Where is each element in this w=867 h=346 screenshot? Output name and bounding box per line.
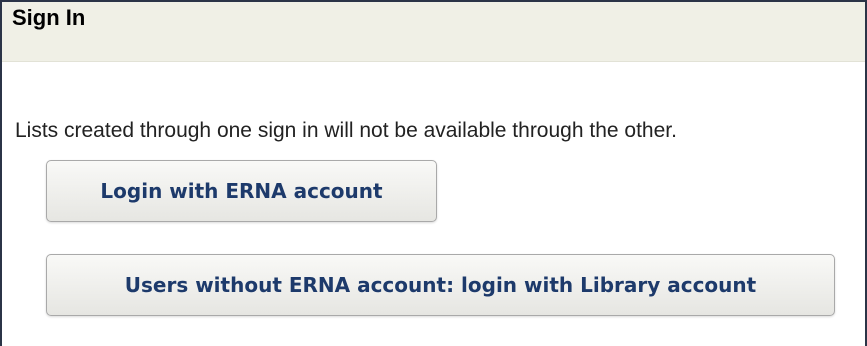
login-with-erna-button[interactable]: Login with ERNA account [46,160,437,222]
sign-in-notice: Lists created through one sign in will n… [15,119,677,142]
panel-title: Sign In [12,4,86,30]
panel-header: Sign In [2,2,865,62]
sign-in-panel: Sign In Lists created through one sign i… [0,0,867,346]
login-with-library-button[interactable]: Users without ERNA account: login with L… [46,254,835,316]
